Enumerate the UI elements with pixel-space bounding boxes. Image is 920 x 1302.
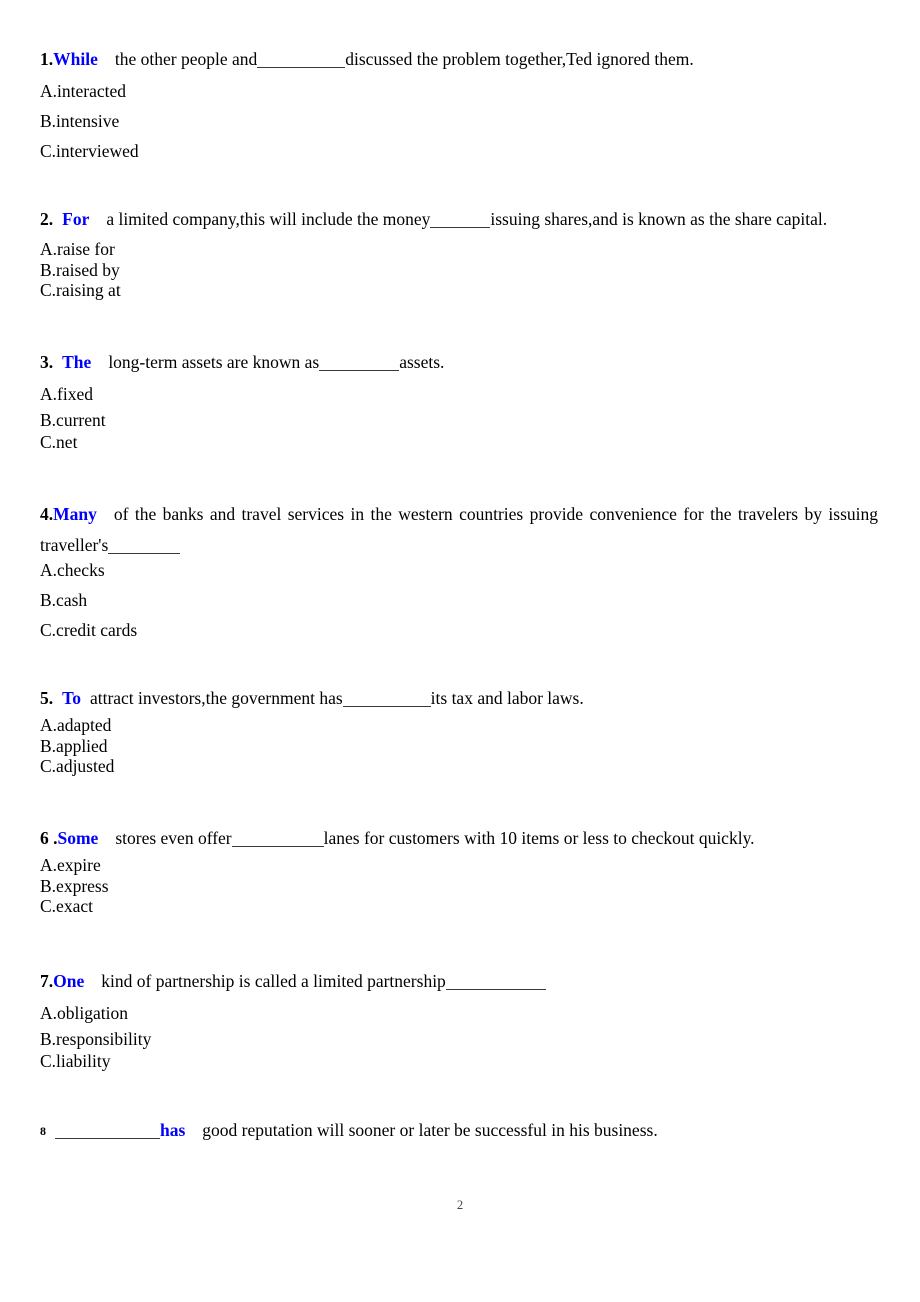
question-8-keyword: has: [160, 1120, 186, 1140]
question-3-blank[interactable]: [319, 370, 400, 371]
question-1-number: 1.: [40, 49, 54, 69]
question-6-stem: 6 .Some stores even offer lanes for custom…: [40, 823, 755, 853]
question-1-stem-text-a: the other people and: [114, 49, 258, 69]
question-7-options: A.obligation B.responsibility C.liabilit…: [40, 998, 151, 1072]
question-5-number: 5.: [40, 688, 54, 708]
question-4-blank[interactable]: [108, 553, 181, 554]
question-4-stem-text-a: of the banks and travel services in the …: [113, 504, 878, 524]
question-3-number: 3.: [40, 352, 54, 372]
page-number: 2: [456, 1198, 464, 1212]
question-7-keyword: One: [53, 971, 85, 991]
option-b[interactable]: B.current: [40, 409, 106, 432]
question-1-blank[interactable]: [257, 67, 346, 68]
question-8: 8 has good reputation will sooner or later…: [40, 1115, 658, 1146]
question-5-stem-text-b: its tax and labor laws.: [430, 688, 584, 708]
question-1: 1.While the other people and discussed the…: [40, 44, 694, 74]
question-3-stem: 3. The long-term assets are known as assets…: [40, 347, 444, 377]
option-a[interactable]: A.adapted: [40, 715, 114, 736]
question-7-stem-text-a: kind of partnership is called a limited …: [101, 971, 446, 991]
question-2-keyword: For: [62, 209, 90, 229]
question-4-stem-text-b: traveller's: [40, 535, 109, 555]
option-a[interactable]: A.obligation: [40, 998, 151, 1028]
question-2-blank[interactable]: [430, 227, 491, 228]
question-1-keyword: While: [53, 49, 98, 69]
question-2-options: A.raise for B.raised by C.raising at: [40, 239, 121, 301]
option-b[interactable]: B.responsibility: [40, 1028, 151, 1051]
question-4-stem: 4.Many of the banks and travel services i…: [40, 499, 878, 561]
question-5-stem: 5. To attract investors,the government has…: [40, 683, 584, 713]
question-5-keyword: To: [62, 688, 81, 708]
question-6-blank[interactable]: [231, 846, 324, 847]
option-c[interactable]: C.interviewed: [40, 136, 139, 166]
question-8-stem-text-b: good reputation will sooner or later be …: [202, 1120, 658, 1140]
question-8-number: 8: [40, 1124, 46, 1138]
question-3-stem-text-a: long-term assets are known as: [108, 352, 320, 372]
question-6-stem-text-a: stores even offer: [115, 828, 232, 848]
question-4-options: A.checks B.cash C.credit cards: [40, 555, 137, 645]
question-5-blank[interactable]: [342, 706, 431, 707]
question-2-stem-text-a: a limited company,this will include the …: [106, 209, 431, 229]
question-2-stem: 2. For a limited company,this will include…: [40, 204, 827, 234]
option-c[interactable]: C.credit cards: [40, 615, 137, 645]
question-7-number: 7.: [40, 971, 54, 991]
question-2: 2. For a limited company,this will include…: [40, 204, 827, 234]
question-2-number: 2.: [40, 209, 54, 229]
question-3-stem-text-b: assets.: [399, 352, 445, 372]
question-4: 4.Many of the banks and travel services i…: [40, 499, 878, 561]
question-6-number: 6 .: [40, 828, 58, 848]
question-1-stem: 1.While the other people and discussed the…: [40, 44, 694, 74]
question-8-stem: 8 has good reputation will sooner or later…: [40, 1115, 658, 1146]
question-3: 3. The long-term assets are known as assets…: [40, 347, 444, 377]
question-7-blank[interactable]: [445, 989, 546, 990]
question-6-stem-text-b: lanes for customers with 10 items or les…: [323, 828, 755, 848]
question-5-options: A.adapted B.applied C.adjusted: [40, 715, 114, 777]
option-c[interactable]: C.adjusted: [40, 756, 114, 777]
question-6-options: A.expire B.express C.exact: [40, 855, 109, 917]
option-a[interactable]: A.raise for: [40, 239, 121, 260]
option-c[interactable]: C.net: [40, 432, 106, 453]
option-a[interactable]: A.interacted: [40, 76, 139, 106]
question-1-options: A.interacted B.intensive C.interviewed: [40, 76, 139, 166]
option-a[interactable]: A.fixed: [40, 379, 106, 409]
question-5: 5. To attract investors,the government has…: [40, 683, 584, 713]
option-c[interactable]: C.exact: [40, 896, 109, 917]
option-c[interactable]: C.liability: [40, 1051, 151, 1072]
question-4-keyword: Many: [53, 504, 97, 524]
question-7: 7.One kind of partnership is called a lim…: [40, 966, 546, 996]
question-5-stem-text-a: attract investors,the government has: [89, 688, 343, 708]
option-a[interactable]: A.checks: [40, 555, 137, 585]
option-a[interactable]: A.expire: [40, 855, 109, 876]
question-3-keyword: The: [62, 352, 92, 372]
option-b[interactable]: B.express: [40, 876, 109, 897]
question-6-keyword: Some: [57, 828, 99, 848]
option-b[interactable]: B.cash: [40, 585, 137, 615]
option-b[interactable]: B.raised by: [40, 260, 121, 281]
option-b[interactable]: B.applied: [40, 736, 114, 757]
question-1-stem-text-b: discussed the problem together,Ted ignor…: [345, 49, 694, 69]
question-8-blank[interactable]: [55, 1138, 160, 1139]
exam-page: 1.While the other people and discussed the…: [0, 0, 920, 1302]
option-c[interactable]: C.raising at: [40, 280, 121, 301]
question-4-number: 4.: [40, 504, 54, 524]
question-7-stem: 7.One kind of partnership is called a lim…: [40, 966, 546, 996]
question-2-stem-text-b: issuing shares,and is known as the share…: [490, 209, 828, 229]
question-6: 6 .Some stores even offer lanes for custom…: [40, 823, 755, 853]
option-b[interactable]: B.intensive: [40, 106, 139, 136]
question-3-options: A.fixed B.current C.net: [40, 379, 106, 453]
